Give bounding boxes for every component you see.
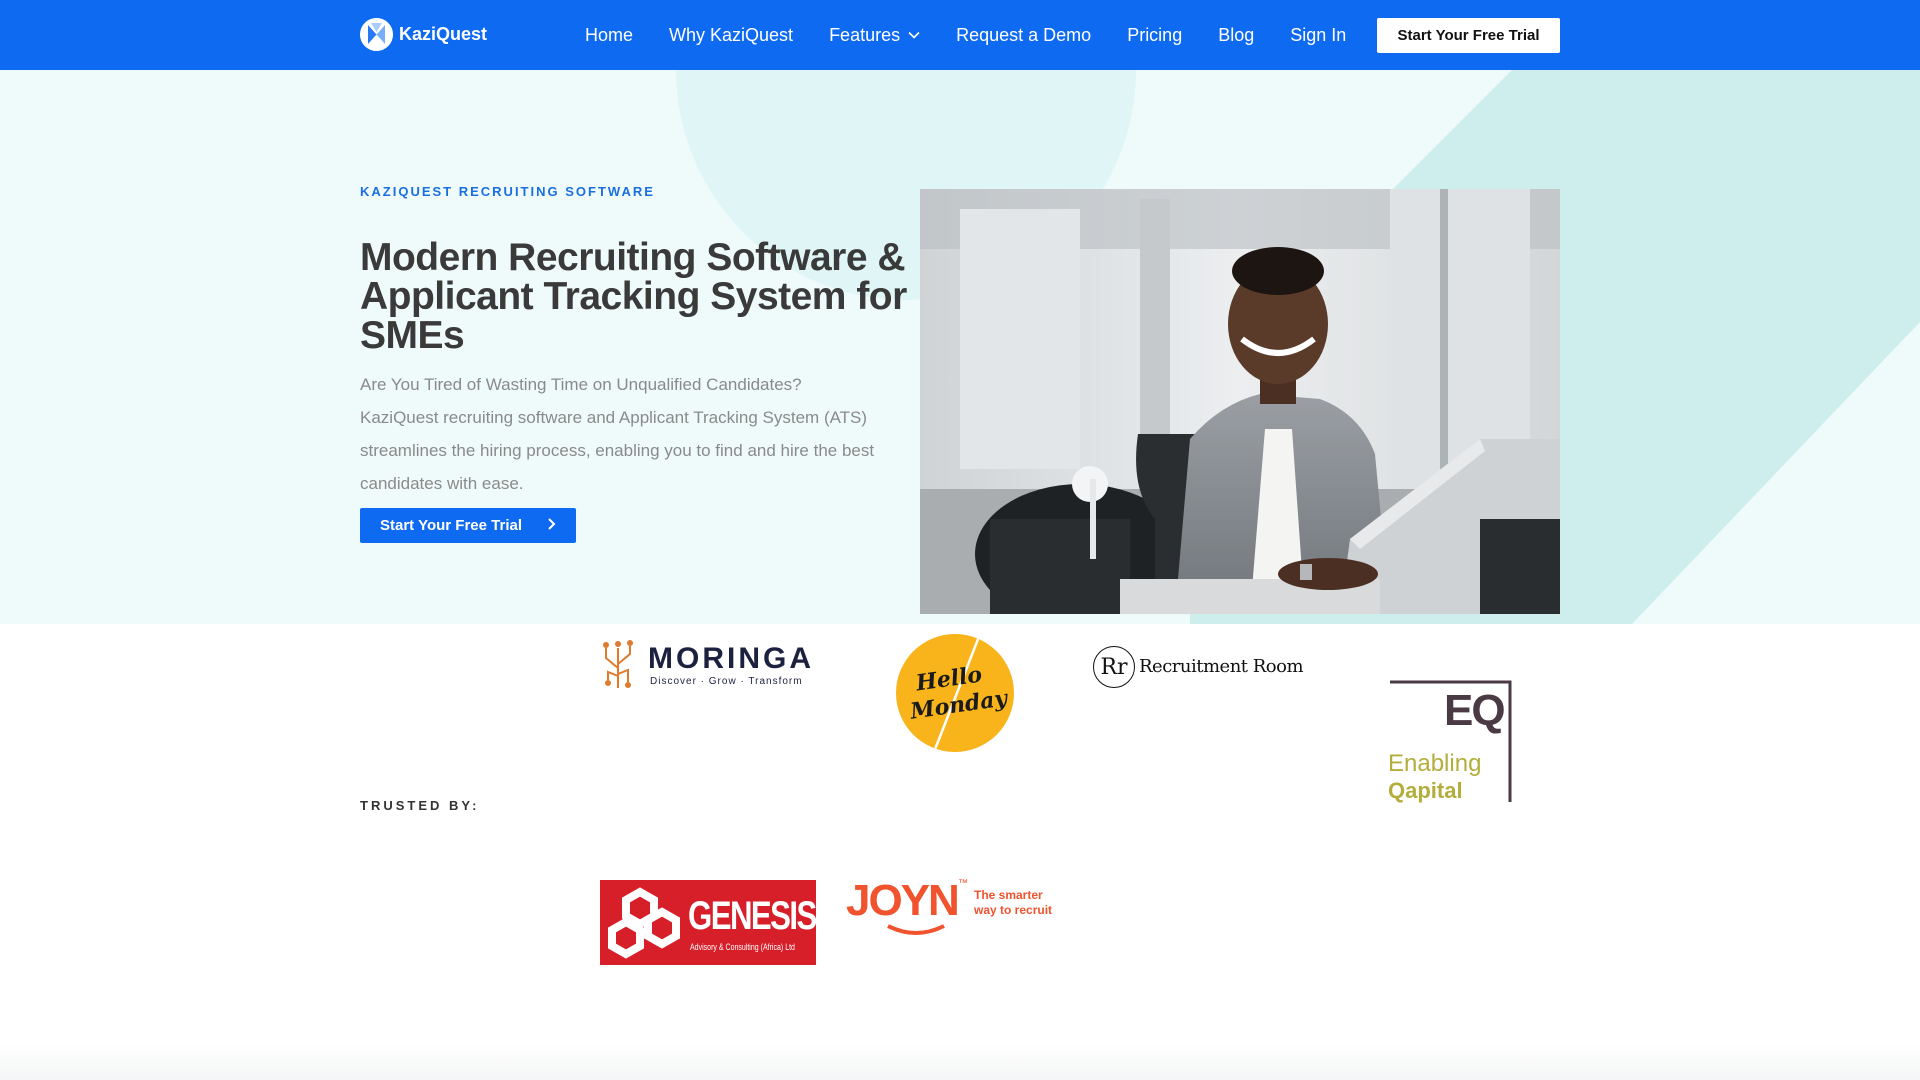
genesis-hexagon-icon [608, 887, 680, 959]
joyn-smile-icon [887, 924, 945, 935]
next-section-edge [0, 1045, 1920, 1080]
recruitment-room-logo: Rr Recruitment Room [1093, 644, 1313, 690]
genesis-sub: Advisory & Consulting (Africa) Ltd [690, 942, 795, 952]
hero-photo [920, 189, 1560, 614]
chevron-right-icon [547, 517, 556, 535]
eq-line1: Enabling [1388, 750, 1482, 777]
joyn-tagline-line1: The smarter [974, 888, 1043, 902]
nav-features-label: Features [829, 24, 901, 45]
chevron-down-icon [908, 31, 920, 39]
brand-name: KaziQuest [399, 24, 488, 44]
trusted-by-label: TRUSTED BY: [360, 798, 480, 813]
moringa-name: MORINGA [648, 642, 814, 675]
hero-free-trial-button[interactable]: Start Your Free Trial [360, 508, 576, 543]
kaziquest-logo-icon [360, 18, 393, 51]
nav-menu: Home Why KaziQuest Features Request a De… [585, 0, 1382, 70]
hello-monday-logo: Hello Monday [896, 634, 1014, 752]
nav-request-demo[interactable]: Request a Demo [956, 25, 1091, 46]
recruitment-room-monogram-badge: Rr [1093, 646, 1135, 688]
nav-why-kaziquest[interactable]: Why KaziQuest [669, 25, 793, 46]
recruitment-room-name: Recruitment Room [1139, 656, 1304, 677]
hero-eyebrow: KAZIQUEST RECRUITING SOFTWARE [360, 184, 655, 199]
moringa-tagline: Discover · Grow · Transform [650, 676, 803, 687]
enabling-qapital-logo: EQ Enabling Qapital [1386, 680, 1516, 810]
recruitment-room-monogram: Rr [1100, 654, 1128, 680]
brand-logo[interactable]: KaziQuest [360, 18, 487, 51]
joyn-name: JOYN [846, 876, 960, 925]
hero-description: Are You Tired of Wasting Time on Unquali… [360, 375, 875, 493]
eq-line2: Qapital [1388, 778, 1463, 803]
moringa-logo: MORINGA Discover · Grow · Transform [598, 634, 818, 690]
office-woman-illustration [920, 189, 1560, 614]
nav-sign-in[interactable]: Sign In [1290, 25, 1346, 46]
eq-mark: EQ [1444, 686, 1506, 735]
nav-home[interactable]: Home [585, 25, 633, 46]
joyn-trademark: ™ [958, 878, 968, 889]
joyn-logo: JOYN ™ The smarter way to recruit [846, 876, 1066, 938]
genesis-logo: GENESIS Advisory & Consulting (Africa) L… [600, 880, 816, 965]
hero-title: Modern Recruiting Software & Applicant T… [360, 236, 907, 357]
hero-button-label: Start Your Free Trial [380, 517, 522, 534]
nav-pricing[interactable]: Pricing [1127, 25, 1182, 46]
nav-free-trial-button[interactable]: Start Your Free Trial [1377, 18, 1560, 53]
nav-blog[interactable]: Blog [1218, 25, 1254, 46]
top-navigation: KaziQuest Home Why KaziQuest Features Re… [0, 0, 1920, 70]
hero-section: KAZIQUEST RECRUITING SOFTWARE Modern Rec… [0, 70, 1920, 624]
joyn-tagline-line2: way to recruit [974, 903, 1053, 917]
genesis-name: GENESIS [688, 894, 816, 938]
nav-features[interactable]: Features [829, 25, 920, 46]
